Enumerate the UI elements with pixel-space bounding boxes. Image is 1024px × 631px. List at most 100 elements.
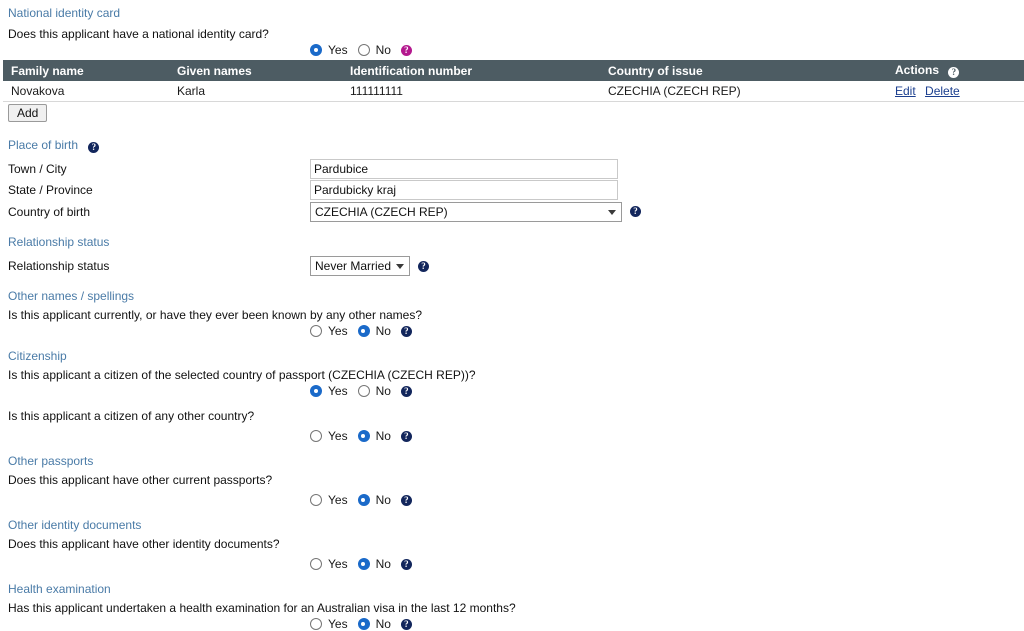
section-heading-citizenship[interactable]: Citizenship <box>8 349 67 363</box>
label-state-province: State / Province <box>8 182 93 197</box>
section-heading-relationship-status[interactable]: Relationship status <box>8 235 109 249</box>
help-icon-place-of-birth[interactable]: ? <box>88 142 100 153</box>
column-header-given-names: Given names <box>169 60 342 81</box>
cell-family-name: Novakova <box>3 81 169 102</box>
identity-card-table-body: Novakova Karla 111111111 CZECHIA (CZECH … <box>3 81 1024 102</box>
section-health-examination: Health examination <box>0 582 1024 596</box>
column-header-actions-label: Actions <box>895 63 940 77</box>
help-icon-other-passports[interactable]: ? <box>400 494 412 506</box>
radio-label-other-identity-documents-yes[interactable]: Yes <box>328 557 348 571</box>
field-row-state-province: State / Province <box>0 179 1024 200</box>
column-header-family-name: Family name <box>3 60 169 81</box>
radio-other-passports-no[interactable] <box>357 494 370 506</box>
section-citizenship: Citizenship <box>0 349 1024 363</box>
radio-group-other-names: Yes No ? <box>0 324 1024 338</box>
radio-citizenship-selected-country-no[interactable] <box>357 385 370 397</box>
help-icon-relationship-status[interactable]: ? <box>418 260 430 272</box>
radio-health-examination-no[interactable] <box>357 618 370 630</box>
help-icon-other-identity-documents[interactable]: ? <box>400 558 412 570</box>
town-city-input[interactable] <box>310 158 618 179</box>
question-citizenship-other-country: Is this applicant a citizen of any other… <box>8 409 255 423</box>
radio-label-citizenship-selected-country-no[interactable]: No <box>376 384 391 398</box>
label-country-of-birth: Country of birth <box>8 204 91 219</box>
radio-citizenship-other-country-no[interactable] <box>357 430 370 442</box>
question-citizenship-selected-country: Is this applicant a citizen of the selec… <box>8 368 476 382</box>
table-footer-row: Add <box>3 101 1024 125</box>
column-header-actions: Actions ? <box>887 60 1024 81</box>
section-other-identity-documents: Other identity documents <box>0 518 1024 532</box>
help-icon-actions[interactable]: ? <box>948 67 960 78</box>
field-row-country-of-birth: Country of birth CZECHIA (CZECH REP) ? <box>0 200 1024 223</box>
section-national-identity-card: National identity card <box>0 6 1024 20</box>
radio-label-citizenship-other-country-no[interactable]: No <box>376 429 391 443</box>
help-icon-other-names[interactable]: ? <box>400 325 412 337</box>
radio-label-health-examination-yes[interactable]: Yes <box>328 617 348 631</box>
radio-label-national-identity-card-no[interactable]: No <box>376 43 391 57</box>
section-heading-national-identity-card[interactable]: National identity card <box>8 6 120 20</box>
radio-other-names-no[interactable] <box>357 325 370 337</box>
radio-health-examination-yes[interactable] <box>310 618 322 630</box>
radio-label-health-examination-no[interactable]: No <box>376 617 391 631</box>
radio-other-names-yes[interactable] <box>310 325 322 337</box>
footer-cell-add: Add <box>3 101 1024 125</box>
help-icon-national-identity-card[interactable]: ? <box>400 44 412 56</box>
radio-other-identity-documents-yes[interactable] <box>310 558 322 570</box>
radio-national-identity-card-yes[interactable] <box>310 44 322 56</box>
cell-country-of-issue: CZECHIA (CZECH REP) <box>600 81 887 102</box>
section-other-passports: Other passports <box>0 454 1024 468</box>
radio-label-other-passports-no[interactable]: No <box>376 493 391 507</box>
question-health-examination: Has this applicant undertaken a health e… <box>8 601 516 615</box>
radio-label-other-names-no[interactable]: No <box>376 324 391 338</box>
section-heading-other-passports[interactable]: Other passports <box>8 454 93 468</box>
section-heading-other-identity-documents[interactable]: Other identity documents <box>8 518 141 532</box>
delete-link[interactable]: Delete <box>925 84 960 98</box>
radio-citizenship-other-country-yes[interactable] <box>310 430 322 442</box>
help-icon-country-of-birth[interactable]: ? <box>630 206 641 217</box>
radio-group-other-identity-documents: Yes No ? <box>0 557 1024 571</box>
visa-application-form: National identity card Does this applica… <box>0 0 1024 631</box>
edit-link[interactable]: Edit <box>895 84 916 98</box>
identity-card-table-footer: Add <box>3 101 1024 125</box>
radio-label-citizenship-other-country-yes[interactable]: Yes <box>328 429 348 443</box>
section-relationship-status: Relationship status <box>0 235 1024 249</box>
radio-label-citizenship-selected-country-yes[interactable]: Yes <box>328 384 348 398</box>
identity-card-table: Family name Given names Identification n… <box>3 60 1024 125</box>
column-header-identification-number: Identification number <box>342 60 600 81</box>
chevron-down-icon <box>608 209 616 215</box>
help-icon-citizenship-other-country[interactable]: ? <box>400 430 412 442</box>
radio-other-identity-documents-no[interactable] <box>357 558 370 570</box>
radio-group-national-identity-card: Yes No ? <box>0 43 1024 57</box>
relationship-status-selected-value: Never Married <box>315 259 392 273</box>
state-province-input[interactable] <box>310 179 618 200</box>
table-row: Novakova Karla 111111111 CZECHIA (CZECH … <box>3 81 1024 102</box>
section-place-of-birth: Place of birth ? <box>0 138 1024 153</box>
identity-card-table-header: Family name Given names Identification n… <box>3 60 1024 81</box>
question-other-names: Is this applicant currently, or have the… <box>8 308 423 322</box>
radio-citizenship-selected-country-yes[interactable] <box>310 385 322 397</box>
add-button[interactable]: Add <box>8 104 48 122</box>
radio-group-health-examination: Yes No ? <box>0 617 1024 631</box>
help-icon-citizenship-selected-country[interactable]: ? <box>400 385 412 397</box>
country-of-birth-selected-value: CZECHIA (CZECH REP) <box>315 204 448 219</box>
question-other-identity-documents: Does this applicant have other identity … <box>8 537 280 551</box>
radio-group-citizenship-other-country: Yes No ? <box>0 429 1024 443</box>
radio-label-national-identity-card-yes[interactable]: Yes <box>328 43 348 57</box>
radio-other-passports-yes[interactable] <box>310 494 322 506</box>
cell-identification-number: 111111111 <box>342 81 600 102</box>
section-heading-health-examination[interactable]: Health examination <box>8 582 111 596</box>
radio-label-other-names-yes[interactable]: Yes <box>328 324 348 338</box>
radio-label-other-identity-documents-no[interactable]: No <box>376 557 391 571</box>
field-row-relationship-status: Relationship status Never Married ? <box>0 255 1024 277</box>
section-heading-other-names[interactable]: Other names / spellings <box>8 289 134 303</box>
radio-group-citizenship-selected-country: Yes No ? <box>0 384 1024 398</box>
relationship-status-select[interactable]: Never Married <box>310 256 411 276</box>
section-other-names: Other names / spellings <box>0 289 1024 303</box>
help-icon-health-examination[interactable]: ? <box>400 618 412 630</box>
radio-national-identity-card-no[interactable] <box>357 44 370 56</box>
label-town-city: Town / City <box>8 161 67 176</box>
radio-label-other-passports-yes[interactable]: Yes <box>328 493 348 507</box>
section-heading-place-of-birth[interactable]: Place of birth <box>8 138 78 152</box>
column-header-country-of-issue: Country of issue <box>600 60 887 81</box>
country-of-birth-select[interactable]: CZECHIA (CZECH REP) <box>310 201 622 222</box>
question-national-identity-card: Does this applicant have a national iden… <box>8 27 269 41</box>
